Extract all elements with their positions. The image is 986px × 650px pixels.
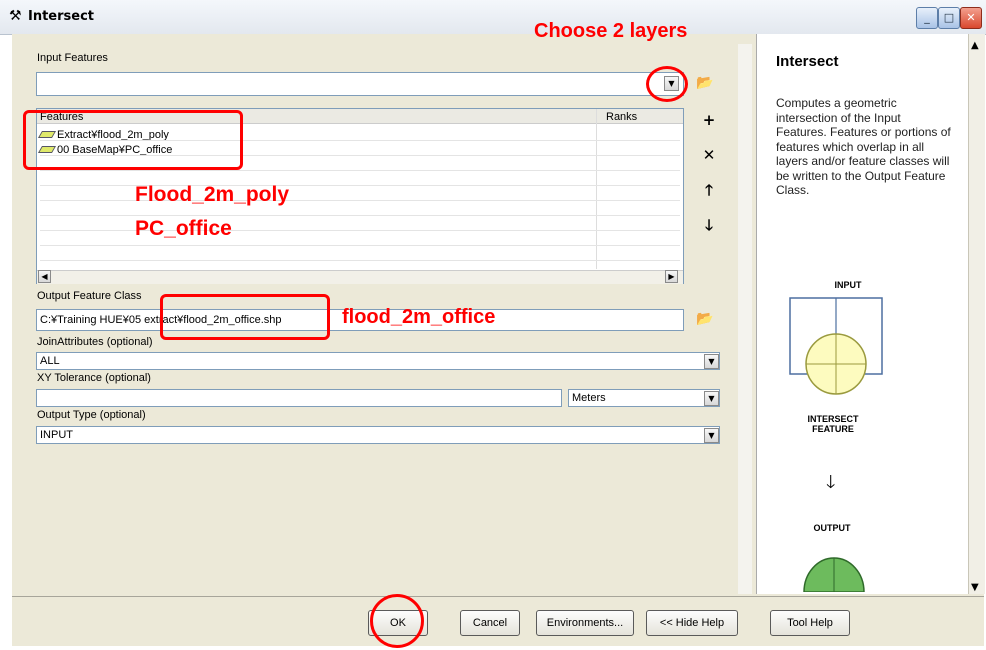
minimize-button[interactable]: _: [916, 7, 938, 29]
move-down-arrow-icon[interactable]: 🡓: [698, 215, 720, 237]
help-scroll-down-arrow[interactable]: ▼: [971, 582, 979, 593]
xy-units-value: Meters: [572, 392, 606, 404]
tool-help-button[interactable]: Tool Help: [770, 610, 850, 636]
grid-line: [40, 170, 680, 171]
input-features-combobox[interactable]: [36, 72, 684, 96]
intersect-input-diagram: [789, 297, 883, 395]
diagram-output-label: OUTPUT: [813, 523, 851, 533]
annotation-circle-ok: [370, 594, 424, 648]
title-bar: ⚒ Intersect _ □ ✕: [0, 0, 986, 35]
input-features-label: Input Features: [37, 52, 108, 64]
down-arrow-icon: 🡓: [826, 472, 836, 493]
features-hscrollbar[interactable]: [37, 270, 683, 284]
main-scrollbar[interactable]: [738, 44, 752, 594]
grid-line: [40, 215, 680, 216]
annotation-choose-layers: Choose 2 layers: [534, 20, 688, 42]
move-up-arrow-icon[interactable]: 🡑: [698, 180, 720, 202]
cancel-button[interactable]: Cancel: [460, 610, 520, 636]
join-dropdown-arrow[interactable]: ▼: [704, 354, 719, 369]
annotation-box-features: [23, 110, 243, 170]
maximize-button[interactable]: □: [938, 7, 960, 29]
annotation-output-name: flood_2m_office: [342, 306, 496, 328]
hide-help-button[interactable]: << Hide Help: [646, 610, 738, 636]
bottom-separator: [12, 596, 984, 597]
add-plus-icon[interactable]: +: [698, 110, 720, 132]
join-attributes-select[interactable]: ALL: [36, 352, 720, 370]
annotation-layer1: Flood_2m_poly: [135, 183, 290, 206]
intersect-output-diagram: [803, 557, 865, 592]
output-type-select[interactable]: INPUT: [36, 426, 720, 444]
close-button[interactable]: ✕: [960, 7, 982, 29]
scroll-left-arrow[interactable]: ◀: [38, 270, 51, 283]
help-scrollbar[interactable]: [968, 34, 985, 594]
annotation-box-output: [160, 294, 330, 340]
output-type-label: Output Type (optional): [37, 409, 146, 421]
scroll-right-arrow[interactable]: ▶: [665, 270, 678, 283]
xy-tolerance-input[interactable]: [36, 389, 562, 407]
grid-line: [40, 245, 680, 246]
window-title: Intersect: [28, 9, 95, 24]
xy-tolerance-label: XY Tolerance (optional): [37, 372, 151, 384]
output-type-value: INPUT: [40, 429, 73, 441]
xy-units-select[interactable]: Meters: [568, 389, 720, 407]
help-scroll-up-arrow[interactable]: ▲: [971, 40, 979, 51]
environments-button[interactable]: Environments...: [536, 610, 634, 636]
output-type-dropdown-arrow[interactable]: ▼: [704, 428, 719, 443]
ranks-col-header: Ranks: [606, 111, 638, 123]
annotation-layer2: PC_office: [135, 217, 232, 240]
remove-x-icon[interactable]: ✕: [698, 145, 720, 167]
annotation-circle-dropdown: [646, 66, 688, 102]
tool-hammer-icon: ⚒: [9, 8, 22, 24]
help-title: Intersect: [776, 53, 839, 70]
diagram-intersect-label: INTERSECT FEATURE: [807, 414, 859, 434]
help-text: Computes a geometric intersection of the…: [776, 96, 951, 197]
grid-line: [40, 260, 680, 261]
browse-output-folder-icon[interactable]: 📂: [694, 309, 716, 331]
join-attributes-value: ALL: [40, 355, 60, 367]
browse-input-folder-icon[interactable]: 📂: [694, 73, 716, 95]
output-feature-class-label: Output Feature Class: [37, 290, 142, 302]
xy-units-dropdown-arrow[interactable]: ▼: [704, 391, 719, 406]
diagram-input-label: INPUT: [834, 280, 862, 290]
join-attributes-label: JoinAttributes (optional): [37, 336, 153, 348]
